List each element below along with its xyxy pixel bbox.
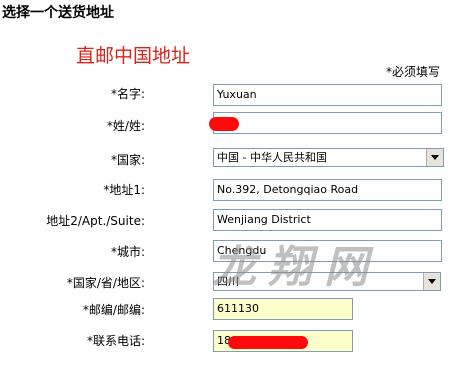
chevron-down-icon[interactable]: [426, 149, 443, 166]
surname-label: *姓/姓:: [106, 119, 145, 133]
country-select-value: 中国 - 中华人民共和国: [217, 151, 327, 164]
province-label: *国家/省/地区:: [66, 276, 145, 290]
postcode-input[interactable]: 611130: [213, 298, 353, 320]
redaction-mark: [228, 336, 308, 349]
address2-input[interactable]: Wenjiang District: [213, 209, 442, 231]
page-heading: 选择一个送货地址: [2, 5, 114, 21]
country-label: *国家:: [110, 153, 145, 167]
name-input[interactable]: Yuxuan: [213, 84, 442, 106]
city-label: *城市:: [110, 245, 145, 259]
chevron-down-icon[interactable]: [423, 273, 440, 290]
address1-label: *地址1:: [103, 183, 145, 197]
address1-input[interactable]: No.392, Detongqiao Road: [213, 179, 442, 201]
country-select[interactable]: 中国 - 中华人民共和国: [213, 148, 444, 167]
redaction-mark: [209, 117, 239, 131]
required-note: *必须填写: [386, 65, 441, 79]
name-label: *名字:: [110, 87, 145, 101]
city-input[interactable]: Chengdu: [213, 240, 442, 262]
address2-label: 地址2/Apt./Suite:: [46, 214, 145, 228]
postcode-label: *邮编/邮编:: [82, 303, 145, 317]
phone-label: *联系电话:: [86, 334, 145, 348]
surname-input[interactable]: [213, 112, 442, 134]
province-select[interactable]: 四川: [213, 272, 441, 291]
form-title: 直邮中国地址: [76, 45, 191, 67]
province-select-value: 四川: [217, 275, 239, 288]
